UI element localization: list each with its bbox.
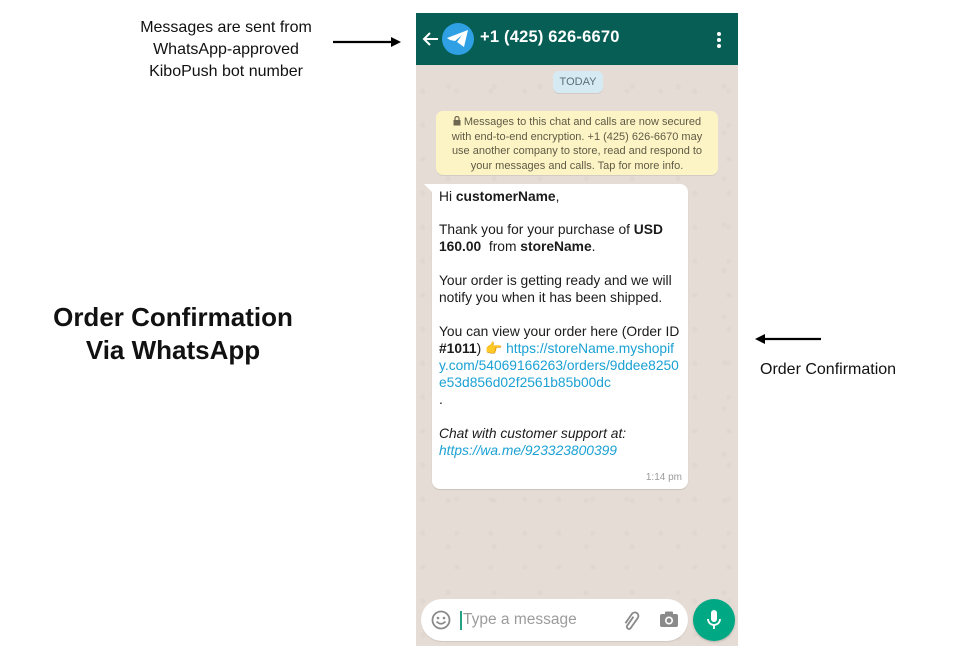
- greeting-suffix: ,: [555, 189, 560, 204]
- mic-icon: [707, 610, 721, 629]
- date-chip: TODAY: [553, 71, 603, 93]
- camera-icon[interactable]: [659, 610, 679, 628]
- message-text: Hi customerName, Thank you for your purc…: [439, 188, 683, 459]
- lock-icon: [453, 116, 461, 126]
- text-caret: [460, 611, 462, 630]
- thanks-suffix: .: [591, 239, 596, 254]
- annotation-line: KiboPush bot number: [149, 63, 303, 80]
- message-timestamp: 1:14 pm: [645, 472, 682, 483]
- order-id: #1011: [439, 341, 477, 356]
- bubble-tail: [424, 184, 433, 193]
- annotation-sender-note: Messages are sent from WhatsApp-approved…: [112, 17, 340, 83]
- support-link[interactable]: https://wa.me/923323800399: [439, 443, 617, 458]
- thanks-mid: from: [481, 239, 521, 254]
- message-bubble[interactable]: Hi customerName, Thank you for your purc…: [424, 184, 688, 489]
- chat-header: +1 (425) 626-6670: [416, 13, 738, 65]
- emoji-icon[interactable]: [431, 610, 451, 630]
- paperclip-icon[interactable]: [621, 610, 643, 630]
- annotation-order-confirmation: Order Confirmation: [760, 361, 897, 378]
- message-input[interactable]: [463, 608, 603, 632]
- arrow-left-icon: [755, 334, 821, 344]
- customer-name: customerName: [455, 189, 556, 204]
- order-status-text: Your order is getting ready and we will …: [439, 273, 672, 305]
- view-order-prefix: You can view your order here (Order ID: [439, 324, 680, 339]
- back-arrow-icon[interactable]: [422, 30, 440, 48]
- encryption-notice[interactable]: Messages to this chat and calls are now …: [436, 111, 718, 175]
- pointing-hand-icon: 👉: [485, 341, 503, 356]
- thanks-prefix: Thank you for your purchase of: [439, 222, 634, 237]
- arrow-right-icon: [333, 37, 401, 47]
- title-line: Order Confirmation: [53, 302, 293, 332]
- encryption-notice-text: Messages to this chat and calls are now …: [451, 116, 703, 172]
- page-title: Order Confirmation Via WhatsApp: [30, 301, 316, 367]
- telegram-icon: [447, 30, 468, 47]
- whatsapp-chat-screen: +1 (425) 626-6670 TODAY Messages to this…: [416, 13, 738, 646]
- title-line: Via WhatsApp: [85, 335, 261, 365]
- mic-button[interactable]: [693, 599, 735, 641]
- message-composer: [421, 599, 688, 641]
- trailing-period: .: [439, 392, 443, 407]
- support-label: Chat with customer support at:: [439, 426, 627, 441]
- avatar[interactable]: [442, 23, 474, 55]
- view-order-mid: ): [476, 341, 486, 356]
- store-name: storeName: [520, 239, 592, 254]
- annotation-line: WhatsApp-approved: [153, 41, 299, 58]
- more-vert-icon[interactable]: [716, 31, 722, 49]
- contact-name[interactable]: +1 (425) 626-6670: [480, 28, 620, 47]
- greeting-prefix: Hi: [439, 189, 456, 204]
- annotation-line: Messages are sent from: [140, 19, 312, 36]
